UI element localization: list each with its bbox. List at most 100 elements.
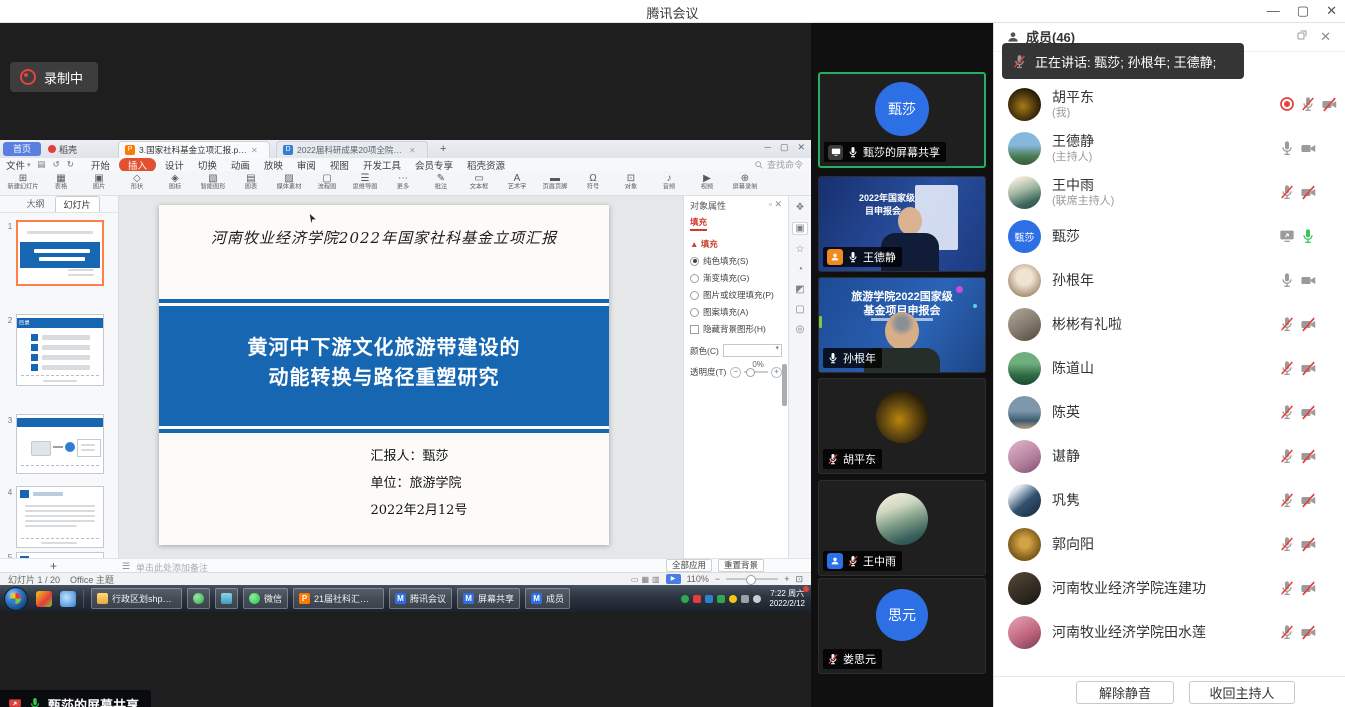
- camera-muted-icon[interactable]: [1321, 96, 1338, 113]
- camera-muted-icon[interactable]: [1300, 316, 1317, 333]
- camera-muted-icon[interactable]: [1300, 580, 1317, 597]
- toolbar-item[interactable]: ▶ 视频: [688, 171, 726, 196]
- save-icon[interactable]: ▤: [38, 159, 46, 170]
- fill-option-gradient[interactable]: 渐变填充(G): [690, 272, 782, 284]
- apply-all-button[interactable]: 全部应用: [666, 559, 712, 572]
- wps-close-icon[interactable]: ✕: [797, 142, 805, 153]
- start-button[interactable]: [4, 587, 28, 611]
- member-row[interactable]: 河南牧业经济学院连建功: [994, 566, 1345, 610]
- wps-maximize-icon[interactable]: ▢: [780, 142, 789, 153]
- taskbar-wps-button[interactable]: P21届社科汇报PPT汇…: [293, 588, 384, 609]
- slide-thumbnail-2[interactable]: 目录: [16, 314, 104, 386]
- camera-on-icon[interactable]: [1300, 140, 1317, 157]
- taskbar-wechat-button[interactable]: 微信: [243, 588, 288, 609]
- mic-muted-ic[interactable]: [1279, 184, 1295, 200]
- tab-close-icon[interactable]: ✕: [409, 146, 416, 155]
- slide-thumbnail-3[interactable]: [16, 414, 104, 474]
- member-row[interactable]: 谌静: [994, 434, 1345, 478]
- reading-view-icon[interactable]: ▥: [652, 575, 660, 584]
- member-row[interactable]: 巩隽: [994, 478, 1345, 522]
- rail-star-icon[interactable]: ☆: [796, 244, 805, 255]
- close-button[interactable]: ✕: [1326, 0, 1337, 22]
- member-row[interactable]: 彬彬有礼啦: [994, 302, 1345, 346]
- tray-icon[interactable]: [741, 595, 749, 603]
- tab-close-icon[interactable]: ✕: [251, 146, 258, 155]
- mic-muted-icon[interactable]: [1279, 316, 1295, 332]
- rail-box-icon[interactable]: ▢: [795, 304, 804, 315]
- toolbar-item[interactable]: ▨ 媒体素材: [270, 171, 308, 196]
- fill-option-pattern[interactable]: 图案填充(A): [690, 306, 782, 318]
- member-row[interactable]: 孙根年: [994, 258, 1345, 302]
- mic-muted-icon[interactable]: [1279, 492, 1295, 508]
- toolbar-item[interactable]: ☰ 思维导图: [346, 171, 384, 196]
- document-tab-inactive[interactable]: D 2022届科研成果20项全院汇总 ✕: [276, 141, 428, 158]
- camera-muted-icon[interactable]: [1300, 404, 1317, 421]
- mic-muted-icon[interactable]: [1279, 624, 1295, 640]
- wps-home-tab[interactable]: 首页: [3, 142, 41, 156]
- toolbar-item[interactable]: ◇ 形状: [118, 171, 156, 196]
- tray-icon[interactable]: [705, 595, 713, 603]
- member-row[interactable]: 河南牧业经济学院田水莲: [994, 610, 1345, 654]
- slider-thumb[interactable]: [746, 368, 755, 377]
- color-select[interactable]: [723, 344, 782, 357]
- fill-tab[interactable]: 填充: [690, 216, 707, 231]
- camera-muted-icon[interactable]: [1300, 184, 1317, 201]
- member-row[interactable]: 郭向阳: [994, 522, 1345, 566]
- close-panel-icon[interactable]: ✕: [1320, 29, 1331, 45]
- reset-background-button[interactable]: 重置背景: [718, 559, 764, 572]
- slides-tab[interactable]: 幻灯片: [55, 196, 100, 212]
- camera-muted-icon[interactable]: [1300, 448, 1317, 465]
- opacity-plus-button[interactable]: +: [771, 367, 782, 378]
- camera-muted-icon[interactable]: [1300, 536, 1317, 553]
- member-row[interactable]: 胡平东 (我): [994, 82, 1345, 126]
- pin-icon[interactable]: ▫: [769, 199, 772, 209]
- toolbar-item[interactable]: A 艺术字: [498, 171, 536, 196]
- toolbar-item[interactable]: Ω 符号: [574, 171, 612, 196]
- taskbar-clock[interactable]: 7:22 周六 2022/2/12: [769, 589, 805, 609]
- minimize-button[interactable]: —: [1267, 0, 1280, 22]
- zoom-out-icon[interactable]: −: [715, 574, 720, 584]
- mic-muted-icon[interactable]: [1300, 96, 1316, 112]
- tray-icon[interactable]: [753, 595, 761, 603]
- zoom-in-icon[interactable]: +: [784, 574, 789, 584]
- taskbar-meeting-button[interactable]: M成员: [525, 588, 570, 609]
- document-tab-active[interactable]: P 3.国家社科基金立项汇报.pptx ✕: [118, 141, 270, 158]
- toolbar-item[interactable]: ▬ 页眉页脚: [536, 171, 574, 196]
- panel-close-icon[interactable]: ✕: [774, 199, 782, 209]
- fit-window-icon[interactable]: ⊡: [795, 574, 803, 585]
- menu-devtools[interactable]: 开发工具: [356, 158, 408, 172]
- rail-skin-icon[interactable]: ❖: [796, 202, 805, 213]
- mic-muted-icon[interactable]: [1279, 360, 1295, 376]
- wps-minimize-icon[interactable]: ─: [765, 142, 771, 153]
- outline-tab[interactable]: 大纲: [18, 196, 52, 212]
- video-tile-sungennian[interactable]: 旅游学院2022国家级 基金项目申报会 孙根年: [818, 277, 986, 373]
- add-slide-button[interactable]: +: [50, 559, 57, 573]
- opacity-minus-button[interactable]: −: [730, 367, 741, 378]
- zoom-level[interactable]: 110%: [687, 574, 709, 584]
- menu-member[interactable]: 会员专享: [408, 158, 460, 172]
- redo-icon[interactable]: ↻: [67, 159, 74, 170]
- menu-transition[interactable]: 切换: [191, 158, 224, 172]
- video-tile-hupingdong[interactable]: 胡平东: [818, 378, 986, 474]
- toolbar-item[interactable]: ▢ 流程图: [308, 171, 346, 196]
- video-tile-wangzhongyu[interactable]: 王中雨: [818, 480, 986, 576]
- taskbar-meeting-button[interactable]: M屏幕共享: [457, 588, 520, 609]
- camera-muted-icon[interactable]: [1300, 492, 1317, 509]
- mic-on-icon[interactable]: [1279, 272, 1295, 288]
- taskbar-meeting-button[interactable]: M腾讯会议: [389, 588, 452, 609]
- menu-design[interactable]: 设计: [158, 158, 191, 172]
- slide-thumbnail-1[interactable]: [16, 220, 104, 286]
- unmute-button[interactable]: 解除静音: [1076, 681, 1174, 704]
- toolbar-item[interactable]: ▧ 智能图形: [194, 171, 232, 196]
- quick-launch-icon[interactable]: [36, 591, 52, 607]
- camera-muted-icon[interactable]: [1300, 360, 1317, 377]
- fill-section-header[interactable]: ▲ 填充: [690, 238, 782, 250]
- slide-thumbnail-4[interactable]: [16, 486, 104, 548]
- member-row[interactable]: 王中雨 (联席主持人): [994, 170, 1345, 214]
- toolbar-item[interactable]: ⊕ 屏幕录制: [726, 171, 764, 196]
- sorter-view-icon[interactable]: ▦: [641, 575, 649, 584]
- toolbar-item[interactable]: ⊡ 对象: [612, 171, 650, 196]
- reclaim-host-button[interactable]: 收回主持人: [1189, 681, 1295, 704]
- member-row[interactable]: 陈道山: [994, 346, 1345, 390]
- video-tile-lousiyuan[interactable]: 思元 娄思元: [818, 578, 986, 674]
